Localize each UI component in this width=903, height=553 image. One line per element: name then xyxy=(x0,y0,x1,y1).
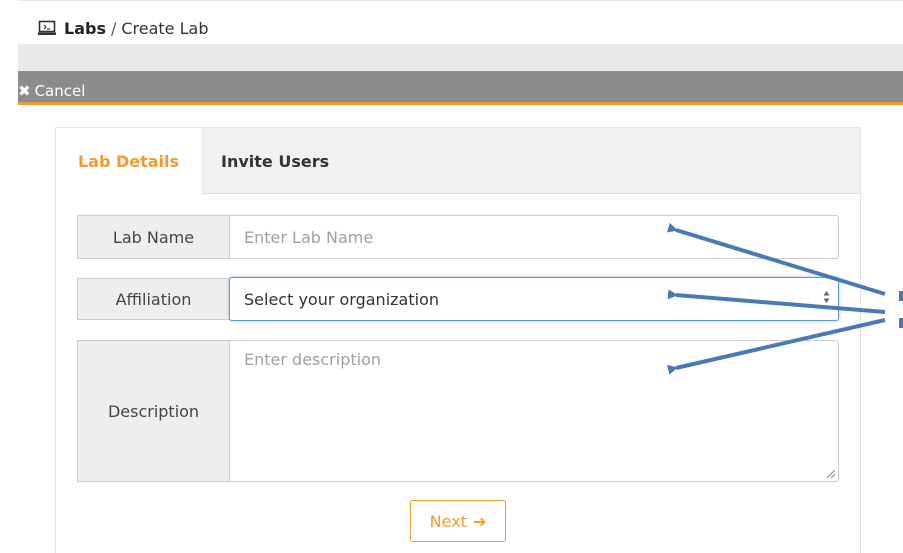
description-textarea[interactable]: Enter description xyxy=(229,340,839,482)
tab-bar: Lab Details Invite Users xyxy=(56,128,860,195)
create-lab-card: Lab Details Invite Users Lab Name Enter … xyxy=(55,127,861,553)
description-label: Description xyxy=(77,340,230,482)
monitor-icon xyxy=(38,20,56,35)
description-placeholder: Enter description xyxy=(244,350,381,369)
tab-lab-details[interactable]: Lab Details xyxy=(56,128,201,195)
header-band xyxy=(18,44,903,71)
cancel-button[interactable]: ✖ Cancel xyxy=(18,80,85,102)
close-icon: ✖ xyxy=(18,82,31,100)
breadcrumb-labs-link[interactable]: Labs xyxy=(64,19,106,38)
breadcrumb: Labs / Create Lab xyxy=(38,16,208,40)
select-arrows-icon xyxy=(823,291,830,303)
affiliation-selected-value: Select your organization xyxy=(244,289,439,309)
top-divider xyxy=(18,0,903,1)
arrow-right-icon: ➔ xyxy=(472,511,487,531)
tab-invite-users[interactable]: Invite Users xyxy=(221,128,329,194)
cancel-bar xyxy=(18,71,903,105)
resize-handle-icon[interactable] xyxy=(826,469,836,479)
lab-name-input[interactable]: Enter Lab Name xyxy=(229,215,839,259)
annotation-callout-edge xyxy=(899,291,903,301)
lab-name-label: Lab Name xyxy=(77,215,230,259)
breadcrumb-current: Create Lab xyxy=(121,18,209,38)
annotation-callout-edge-2 xyxy=(899,318,903,328)
breadcrumb-separator: / xyxy=(110,18,117,38)
next-button[interactable]: Next ➔ xyxy=(410,500,506,542)
next-label: Next xyxy=(429,511,467,531)
affiliation-label: Affiliation xyxy=(77,278,230,320)
lab-name-placeholder: Enter Lab Name xyxy=(244,227,374,247)
cancel-label: Cancel xyxy=(34,82,86,100)
affiliation-select[interactable]: Select your organization xyxy=(229,277,839,321)
